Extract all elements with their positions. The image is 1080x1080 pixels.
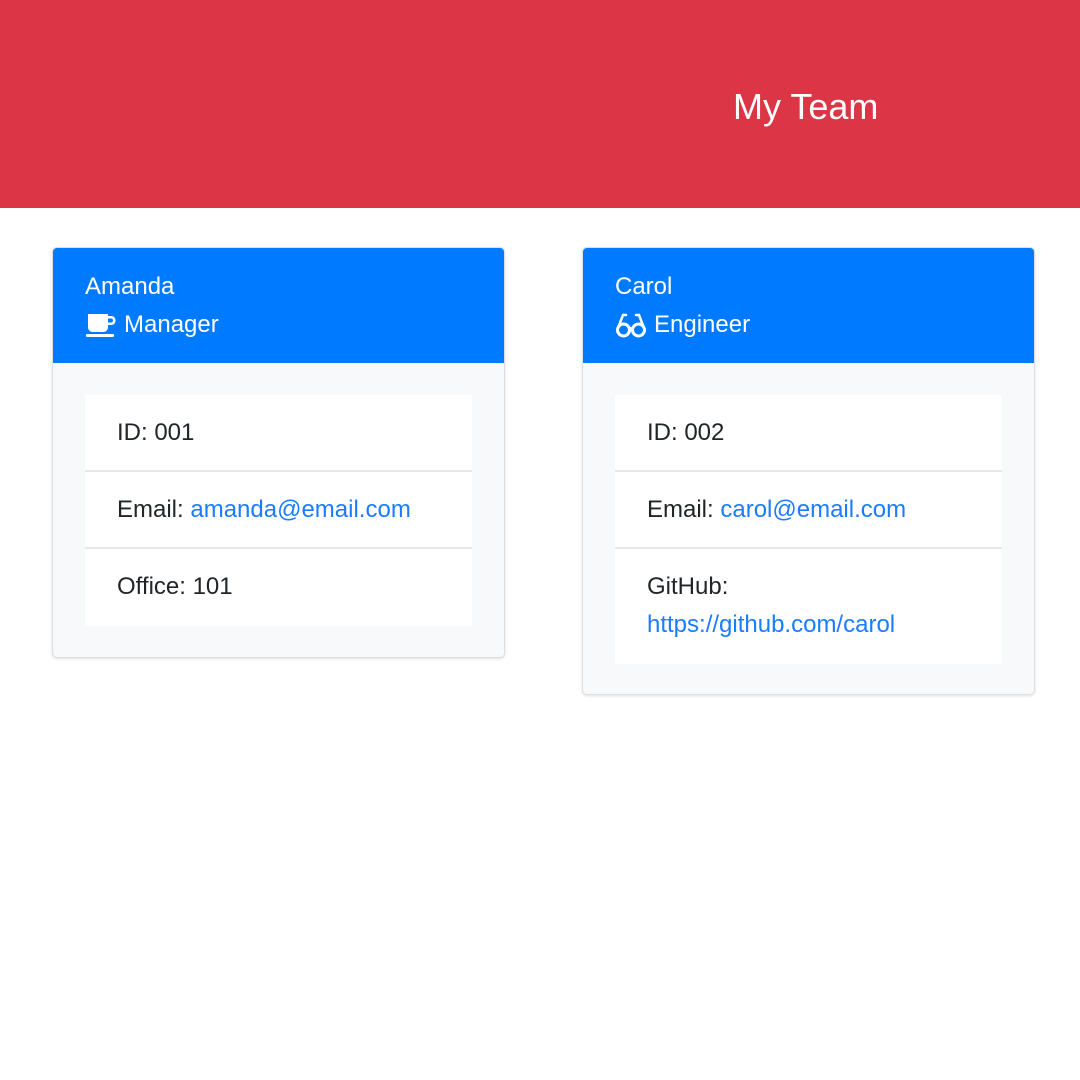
github-link[interactable]: https://github.com/carol <box>647 611 895 638</box>
employee-role: Engineer <box>615 309 750 341</box>
list-item-github: GitHub: https://github.com/carol <box>615 549 1002 664</box>
employee-card-manager: Amanda Manager ID: 001 Email: amanda@ema… <box>52 247 505 658</box>
card-header: Amanda Manager <box>53 248 504 363</box>
employee-role-label: Manager <box>124 311 219 338</box>
glasses-icon <box>615 312 647 338</box>
github-label: GitHub: <box>647 573 729 600</box>
list-item-office: Office: 101 <box>85 549 472 626</box>
employee-name: Amanda <box>85 273 175 300</box>
page-title: My Team <box>733 86 879 127</box>
list-item-email: Email: carol@email.com <box>615 472 1002 549</box>
list-item-id: ID: 001 <box>85 395 472 472</box>
employee-details-list: ID: 002 Email: carol@email.com GitHub: h… <box>615 395 1002 664</box>
card-header: Carol Engineer <box>583 248 1034 363</box>
employee-role-label: Engineer <box>654 311 751 338</box>
office-number: Office: 101 <box>117 573 233 600</box>
list-item-email: Email: amanda@email.com <box>85 472 472 549</box>
employee-id: ID: 002 <box>647 419 725 446</box>
employee-details-list: ID: 001 Email: amanda@email.com Office: … <box>85 395 472 626</box>
email-label: Email: <box>647 496 721 523</box>
coffee-mug-icon <box>85 312 117 338</box>
email-link[interactable]: amanda@email.com <box>190 496 410 523</box>
list-item-id: ID: 002 <box>615 395 1002 472</box>
email-label: Email: <box>117 496 191 523</box>
employee-name: Carol <box>615 273 673 300</box>
email-link[interactable]: carol@email.com <box>720 496 906 523</box>
employee-card-engineer: Carol Engineer ID: 002 Email: carol@emai… <box>582 247 1035 695</box>
employee-id: ID: 001 <box>117 419 195 446</box>
employee-role: Manager <box>85 309 219 341</box>
page-header: My Team <box>0 0 1080 208</box>
